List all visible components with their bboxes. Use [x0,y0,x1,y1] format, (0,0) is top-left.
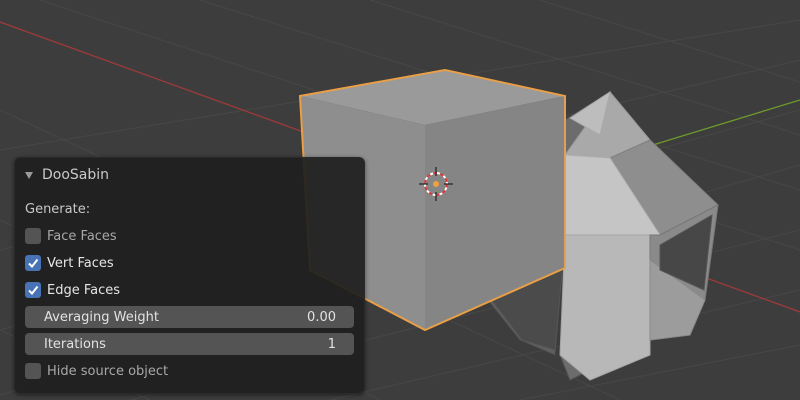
vert-faces-label: Vert Faces [47,255,114,271]
face-faces-checkbox[interactable] [25,228,41,244]
averaging-weight-field[interactable]: Averaging Weight 0.00 [25,306,354,328]
hide-source-checkbox[interactable] [25,363,41,379]
iterations-value: 1 [327,336,336,352]
3d-viewport[interactable]: DooSabin Generate: Face Faces Vert Faces… [0,0,800,400]
vert-faces-checkbox[interactable] [25,255,41,271]
iterations-label: Iterations [44,336,106,352]
operator-redo-panel: DooSabin Generate: Face Faces Vert Faces… [14,157,365,394]
face-faces-option[interactable]: Face Faces [25,228,117,244]
hide-source-label: Hide source object [47,363,169,379]
checkmark-icon [28,258,39,269]
checkmark-icon [28,285,39,296]
vert-faces-option[interactable]: Vert Faces [25,255,114,271]
edge-faces-option[interactable]: Edge Faces [25,282,120,298]
face-faces-label: Face Faces [47,228,117,244]
iterations-field[interactable]: Iterations 1 [25,333,354,355]
edge-faces-label: Edge Faces [47,282,121,298]
panel-header[interactable]: DooSabin [25,166,109,184]
generate-label: Generate: [25,202,91,217]
hide-source-option[interactable]: Hide source object [25,363,168,379]
averaging-weight-label: Averaging Weight [44,309,159,325]
averaging-weight-value: 0.00 [307,309,336,325]
collapse-triangle-icon[interactable] [25,171,33,179]
panel-title: DooSabin [42,167,110,183]
edge-faces-checkbox[interactable] [25,282,41,298]
